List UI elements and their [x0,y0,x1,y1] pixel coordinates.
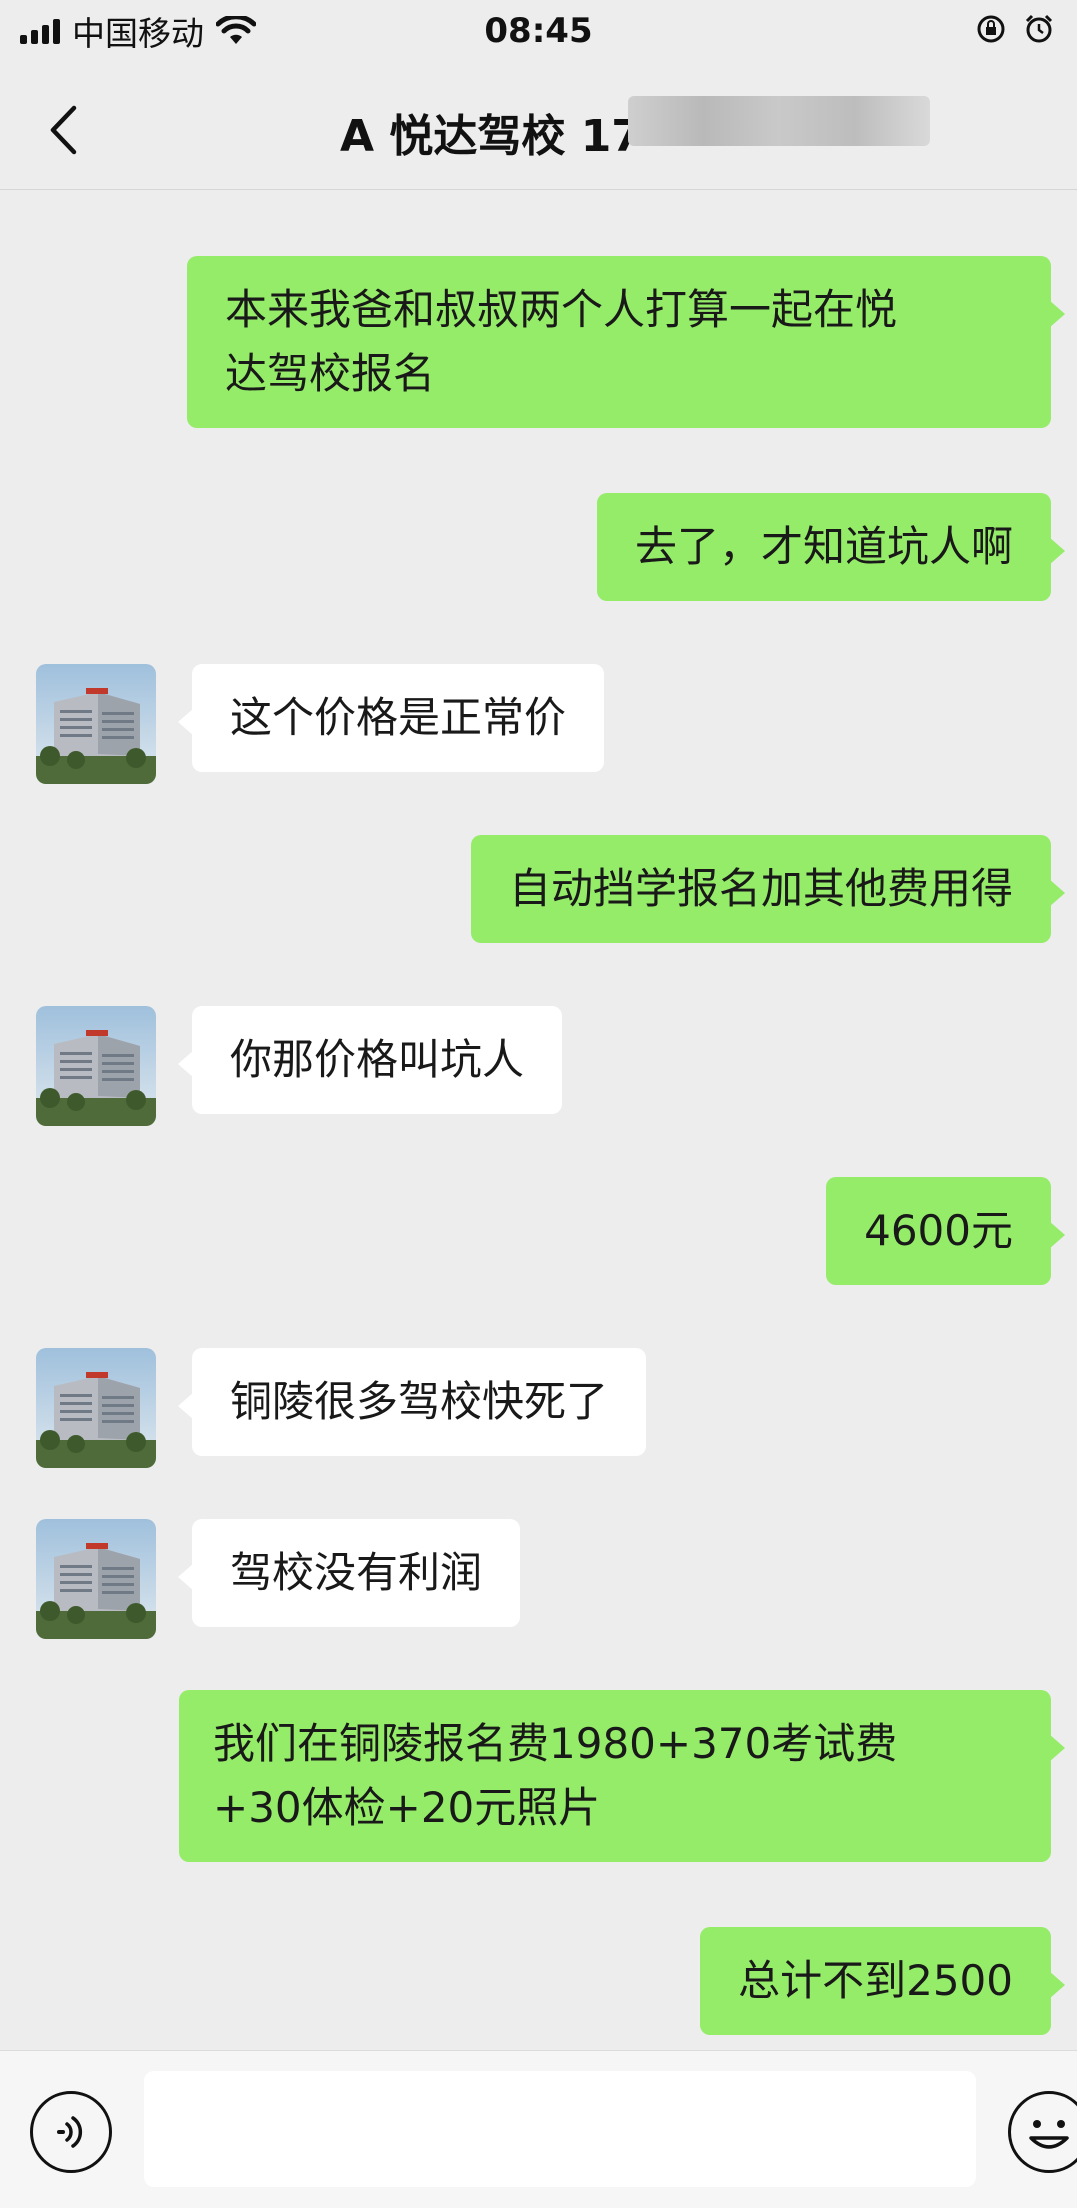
back-button[interactable] [38,100,88,160]
input-bar [0,2050,1077,2208]
voice-icon [57,2116,83,2148]
building-photo-icon [36,664,156,784]
building-photo-icon [36,1348,156,1468]
message-incoming[interactable]: 你那价格叫坑人 [177,1006,563,1114]
message-outgoing[interactable]: 去了，才知道坑人啊 [596,493,1066,601]
message-text: 达驾校报名 [225,349,436,398]
voice-button[interactable] [30,2091,112,2173]
wifi-icon [216,16,256,46]
message-text: 去了，才知道坑人啊 [634,522,1013,571]
contact-avatar[interactable] [36,1519,156,1639]
chat-header: A 悦达驾校 17 [0,62,1077,190]
chevron-left-icon [50,105,77,155]
contact-avatar[interactable] [36,1348,156,1468]
message-bubble: 铜陵很多驾校快死了 [177,1348,647,1456]
message-text: 4600元 [864,1206,1013,1255]
message-bubble: 本来我爸和叔叔两个人打算一起在悦 达驾校报名 [187,256,1065,428]
status-left: 中国移动 [20,7,256,55]
status-bar: 中国移动 08:45 [0,0,1077,62]
message-outgoing[interactable]: 4600元 [826,1177,1065,1285]
signal-icon [20,18,60,44]
message-bubble: 你那价格叫坑人 [177,1006,563,1114]
message-bubble: 驾校没有利润 [177,1519,521,1627]
message-bubble: 这个价格是正常价 [177,664,605,772]
contact-avatar[interactable] [36,664,156,784]
message-bubble: 去了，才知道坑人啊 [596,493,1066,601]
message-bubble: 总计不到2500 [700,1927,1065,2035]
message-outgoing[interactable]: 总计不到2500 [700,1927,1065,2035]
message-incoming[interactable]: 铜陵很多驾校快死了 [177,1348,647,1456]
message-text: 这个价格是正常价 [230,693,567,742]
message-incoming[interactable]: 这个价格是正常价 [177,664,605,772]
emoji-button[interactable] [1008,2091,1077,2173]
message-bubble: 自动挡学报名加其他费用得 [470,835,1066,943]
message-outgoing[interactable]: 本来我爸和叔叔两个人打算一起在悦 达驾校报名 [187,256,1065,428]
message-text: 总计不到2500 [738,1956,1013,2005]
chat-title: A 悦达驾校 17 [340,111,642,162]
orientation-lock-icon [975,13,1007,49]
redacted-region [628,96,930,146]
message-text: 我们在铜陵报名费1980+370考试费 [213,1719,898,1768]
message-incoming[interactable]: 驾校没有利润 [177,1519,521,1627]
message-text: 铜陵很多驾校快死了 [230,1377,609,1426]
message-text: 你那价格叫坑人 [230,1035,525,1084]
message-text: +30体检+20元照片 [213,1783,601,1832]
message-text: 本来我爸和叔叔两个人打算一起在悦 [225,285,898,334]
message-outgoing[interactable]: 自动挡学报名加其他费用得 [470,835,1066,943]
alarm-icon [1023,13,1055,49]
building-photo-icon [36,1006,156,1126]
status-right [975,13,1055,49]
message-text: 自动挡学报名加其他费用得 [508,864,1013,913]
contact-avatar[interactable] [36,1006,156,1126]
emoji-icon [1029,2120,1069,2149]
carrier-name: 中国移动 [72,14,204,53]
message-bubble: 4600元 [826,1177,1065,1285]
message-bubble: 我们在铜陵报名费1980+370考试费 +30体检+20元照片 [179,1690,1065,1862]
message-input[interactable] [144,2071,976,2187]
message-outgoing[interactable]: 我们在铜陵报名费1980+370考试费 +30体检+20元照片 [179,1690,1065,1862]
building-photo-icon [36,1519,156,1639]
message-text: 驾校没有利润 [230,1548,483,1597]
